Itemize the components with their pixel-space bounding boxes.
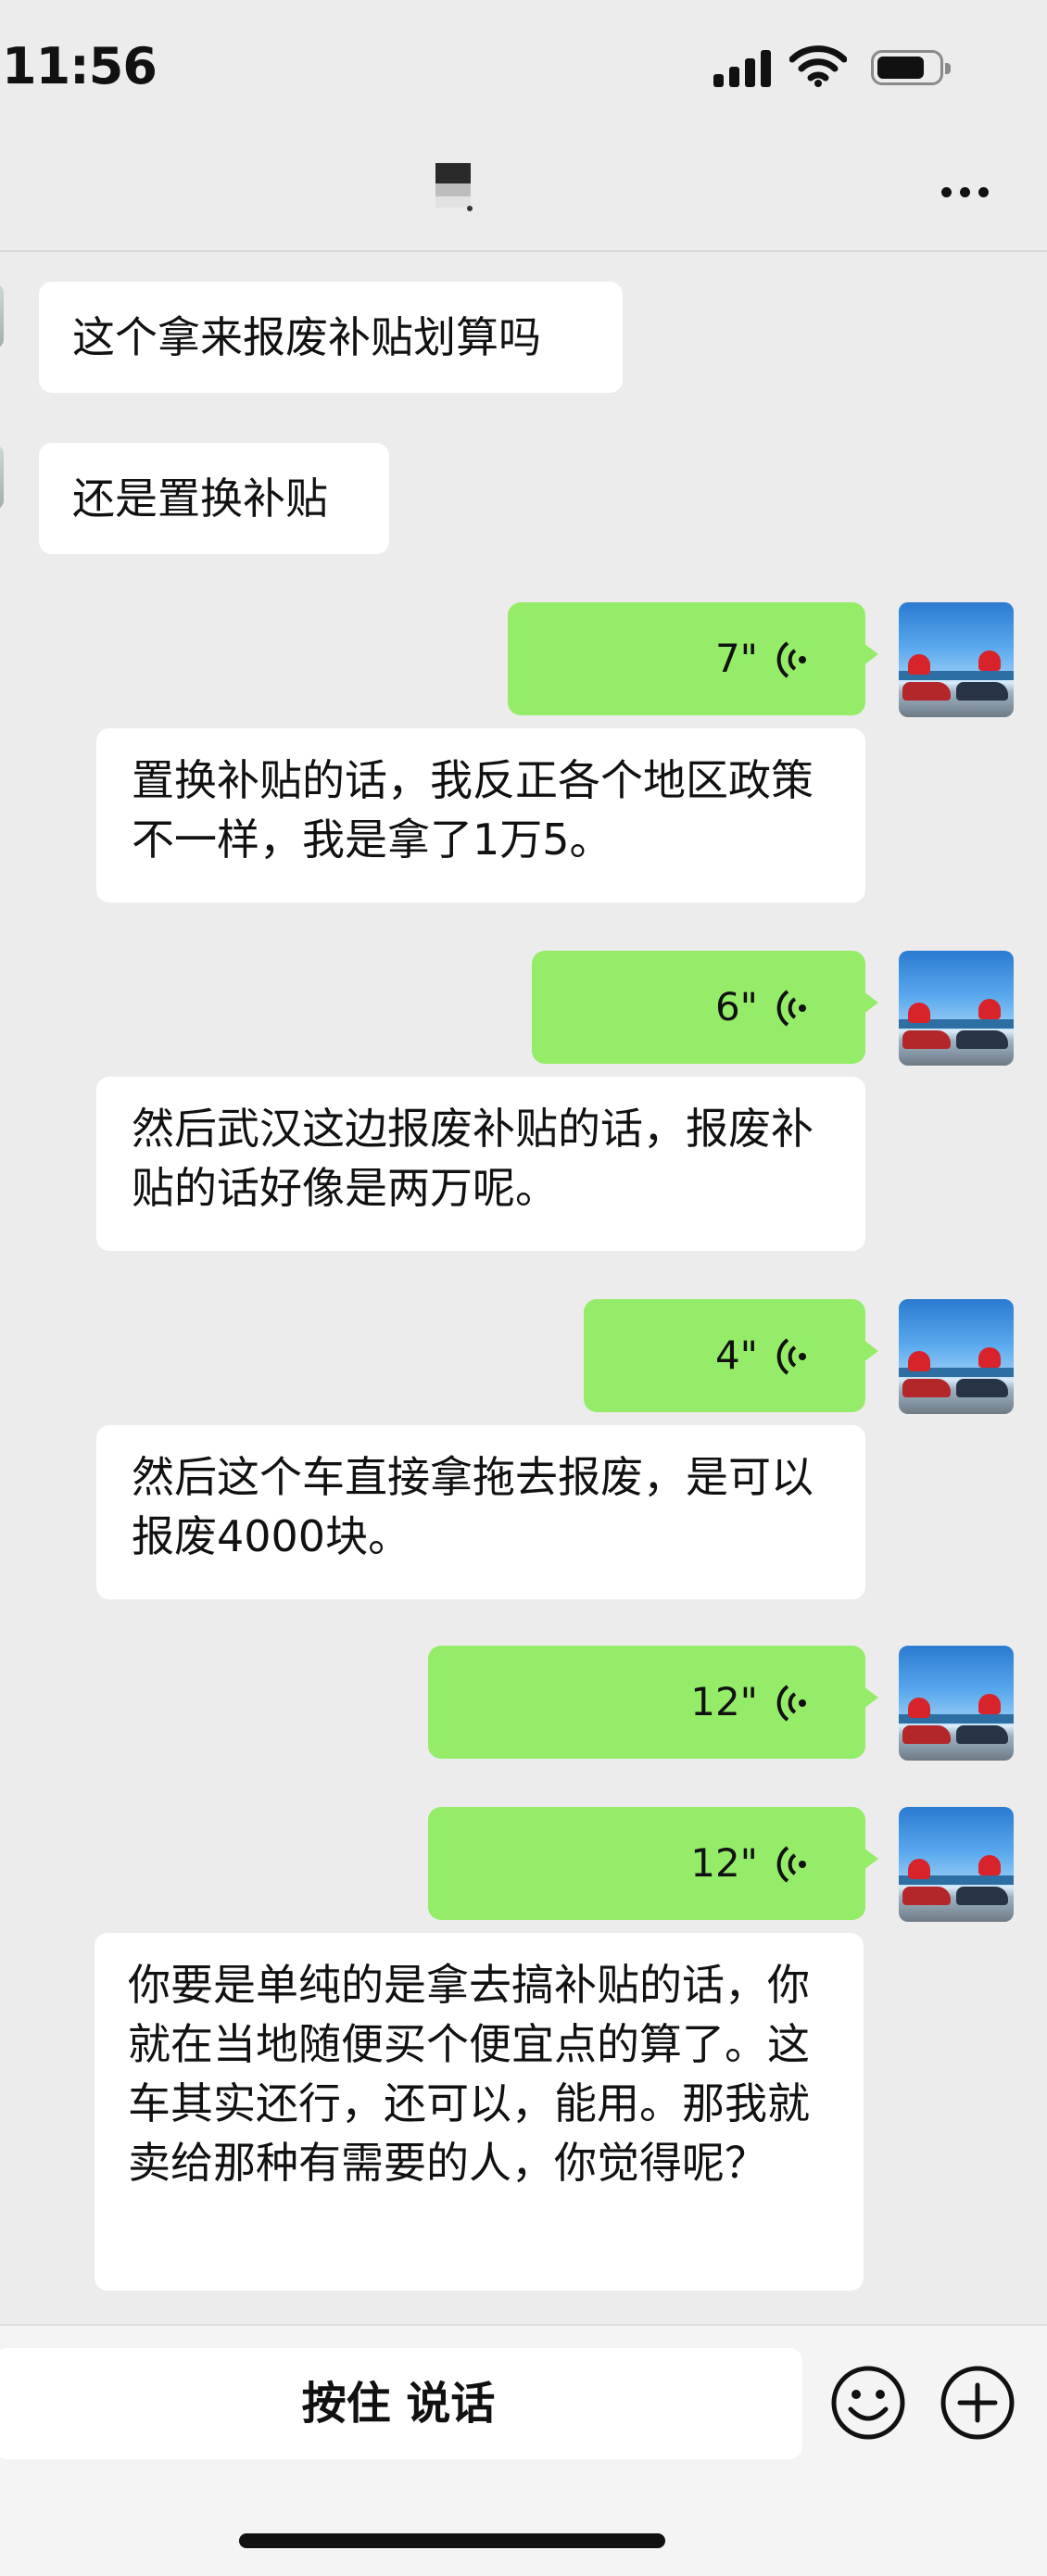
message-text: 还是置换补贴 <box>72 474 328 524</box>
voice-wave-icon <box>776 1338 806 1375</box>
voice-duration: 12" <box>690 1679 758 1724</box>
voice-message[interactable]: 4" <box>584 1299 878 1412</box>
status-time: 11:56 <box>2 37 158 95</box>
voice-transcript: 然后这个车直接拿拖去报废，是可以报废4000块。 <box>96 1425 865 1599</box>
wifi-icon <box>789 45 847 87</box>
emoji-icon[interactable] <box>830 2365 906 2441</box>
my-avatar[interactable] <box>899 951 1014 1066</box>
voice-wave-icon <box>776 990 806 1027</box>
voice-duration: 12" <box>690 1840 758 1886</box>
voice-wave-icon <box>776 1685 806 1722</box>
status-bar: 11:56 <box>0 0 1047 139</box>
peer-avatar[interactable] <box>0 284 4 348</box>
more-icon[interactable] <box>941 187 997 202</box>
voice-message[interactable]: 6" <box>532 951 878 1064</box>
voice-message[interactable]: 12" <box>428 1807 878 1920</box>
message-text: 这个拿来报废补贴划算吗 <box>72 312 541 362</box>
voice-message[interactable]: 7" <box>508 602 878 715</box>
my-avatar[interactable] <box>899 602 1014 717</box>
my-avatar[interactable] <box>899 1807 1014 1922</box>
cellular-signal-icon <box>713 48 773 87</box>
voice-wave-icon <box>776 1846 806 1883</box>
plus-icon[interactable] <box>940 2365 1015 2441</box>
peer-avatar[interactable] <box>0 445 4 510</box>
my-avatar[interactable] <box>899 1299 1014 1414</box>
voice-duration: 6" <box>714 984 758 1029</box>
my-avatar[interactable] <box>899 1646 1014 1761</box>
hold-to-talk-button[interactable]: 按住 说话 <box>0 2348 802 2459</box>
voice-duration: 7" <box>714 636 758 681</box>
home-indicator[interactable] <box>239 2533 665 2548</box>
voice-duration: 4" <box>714 1332 758 1378</box>
battery-icon <box>871 50 951 85</box>
chat-header <box>0 139 1047 252</box>
chat-title-redacted <box>435 163 482 215</box>
incoming-message[interactable]: 还是置换补贴 <box>39 443 389 554</box>
input-bar: 按住 说话 <box>0 2324 1047 2576</box>
voice-transcript: 置换补贴的话，我反正各个地区政策不一样，我是拿了1万5。 <box>96 728 865 903</box>
voice-wave-icon <box>776 641 806 678</box>
incoming-message[interactable]: 这个拿来报废补贴划算吗 <box>39 282 623 393</box>
voice-transcript: 然后武汉这边报废补贴的话，报废补贴的话好像是两万呢。 <box>96 1077 865 1251</box>
voice-message[interactable]: 12" <box>428 1646 878 1759</box>
voice-transcript: 你要是单纯的是拿去搞补贴的话，你就在当地随便买个便宜点的算了。这车其实还行，还可… <box>95 1933 864 2291</box>
